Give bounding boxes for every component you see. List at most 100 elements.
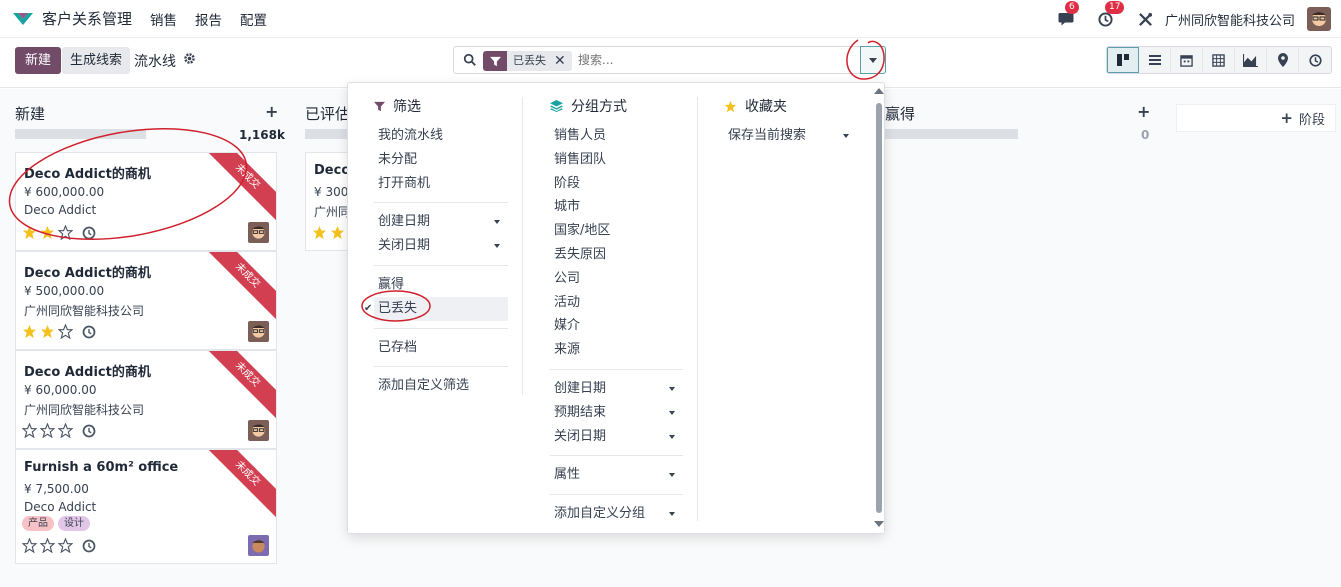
activity-clock-icon[interactable]: [82, 424, 96, 438]
lost-ribbon: 未成交: [201, 351, 276, 421]
add-stage-button[interactable]: + 阶段: [1176, 104, 1336, 132]
column-progress[interactable]: [885, 129, 1018, 139]
column-progress[interactable]: [305, 129, 349, 139]
priority-stars[interactable]: [22, 225, 96, 240]
activity-clock-icon[interactable]: [82, 325, 96, 339]
priority-stars[interactable]: [312, 225, 348, 240]
groupby-properties[interactable]: 属性: [550, 463, 683, 487]
star-empty-icon[interactable]: [58, 324, 73, 339]
star-filled-icon[interactable]: [40, 225, 55, 240]
filter-unassigned[interactable]: 未分配: [374, 148, 508, 172]
star-filled-icon[interactable]: [312, 225, 327, 240]
activity-clock-icon[interactable]: [82, 226, 96, 240]
user-avatar[interactable]: [1307, 7, 1331, 31]
groupby-city[interactable]: 城市: [550, 195, 683, 219]
add-card-icon[interactable]: +: [265, 102, 278, 121]
activity-clock-icon[interactable]: [82, 539, 96, 553]
star-empty-icon[interactable]: [22, 423, 37, 438]
star-empty-icon[interactable]: [40, 423, 55, 438]
groupby-country[interactable]: 国家/地区: [550, 219, 683, 243]
groupby-campaign[interactable]: 活动: [550, 291, 683, 315]
pivot-view-button[interactable]: [1203, 47, 1235, 73]
priority-stars[interactable]: [22, 423, 96, 438]
filter-open-opportunities[interactable]: 打开商机: [374, 172, 508, 196]
salesperson-avatar[interactable]: [248, 420, 269, 441]
star-filled-icon[interactable]: [330, 225, 345, 240]
groupby-sales-team[interactable]: 销售团队: [550, 148, 683, 172]
activity-badge: 17: [1104, 1, 1125, 14]
chat-button[interactable]: 6: [1057, 1, 1079, 28]
user-avatar-icon: [1307, 7, 1331, 31]
column-title[interactable]: 新建: [15, 103, 45, 124]
salesperson-avatar[interactable]: [248, 535, 269, 556]
column-progress[interactable]: [15, 129, 146, 139]
map-view-button[interactable]: [1267, 47, 1299, 73]
gear-icon[interactable]: [183, 52, 196, 65]
star-empty-icon[interactable]: [58, 423, 73, 438]
groupby-creation-date[interactable]: 创建日期: [550, 377, 683, 401]
menu-reports[interactable]: 报告: [195, 9, 222, 29]
generate-leads-button[interactable]: 生成线索: [62, 47, 131, 74]
crm-logo-icon[interactable]: [12, 11, 34, 27]
caret-down-icon: [869, 57, 877, 63]
dropdown-scrollbar[interactable]: [876, 103, 882, 513]
activity-view-button[interactable]: [1299, 47, 1331, 73]
activity-button[interactable]: 17: [1097, 1, 1125, 28]
groupby-company[interactable]: 公司: [550, 267, 683, 291]
search-options-toggle[interactable]: [860, 46, 886, 74]
kanban-card[interactable]: Furnish a 60m² office ¥ 7,500.00 Deco Ad…: [15, 449, 277, 564]
tools-icon: [1139, 12, 1153, 26]
kanban-card[interactable]: Deco Addict的商机 ¥ 60,000.00 广州同欣智能科技公司 未成…: [15, 350, 277, 449]
star-filled-icon[interactable]: [22, 225, 37, 240]
save-current-search-label: 保存当前搜索: [728, 128, 807, 143]
star-filled-icon[interactable]: [40, 324, 55, 339]
groupby-lost-reason[interactable]: 丢失原因: [550, 243, 683, 267]
menu-config[interactable]: 配置: [240, 9, 267, 29]
company-switcher[interactable]: 广州同欣智能科技公司: [1165, 10, 1295, 29]
add-custom-group[interactable]: 添加自定义分组: [550, 502, 683, 526]
star-empty-icon[interactable]: [22, 538, 37, 553]
groupby-closed-date[interactable]: 关闭日期: [550, 425, 683, 449]
filter-archived[interactable]: 已存档: [374, 336, 508, 360]
filter-lost[interactable]: ✔ 已丢失: [364, 296, 508, 321]
save-current-search[interactable]: 保存当前搜索: [724, 124, 857, 148]
list-view-button[interactable]: [1139, 47, 1171, 73]
facet-remove-icon[interactable]: ✕: [554, 51, 566, 71]
add-custom-filter[interactable]: 添加自定义筛选: [374, 374, 508, 398]
new-button[interactable]: 新建: [15, 47, 62, 74]
kanban-view-button[interactable]: [1107, 47, 1139, 73]
caret-down-icon: [669, 473, 675, 478]
filter-my-pipeline[interactable]: 我的流水线: [374, 124, 508, 148]
groupby-salesperson[interactable]: 销售人员: [550, 124, 683, 148]
debug-tools-button[interactable]: [1137, 10, 1155, 28]
calendar-view-button[interactable]: [1171, 47, 1203, 73]
column-title[interactable]: 已评估: [305, 103, 350, 124]
search-input[interactable]: [578, 51, 848, 69]
graph-view-button[interactable]: [1235, 47, 1267, 73]
app-name[interactable]: 客户关系管理: [42, 8, 132, 29]
kanban-card[interactable]: Deco Addict的商机 ¥ 500,000.00 广州同欣智能科技公司 未…: [15, 251, 277, 350]
priority-stars[interactable]: [22, 324, 96, 339]
column-title[interactable]: 赢得: [885, 103, 915, 124]
groupby-expected-closing[interactable]: 预期结束: [550, 401, 683, 425]
salesperson-avatar[interactable]: [248, 222, 269, 243]
star-filled-icon[interactable]: [22, 324, 37, 339]
groupby-stage[interactable]: 阶段: [550, 172, 683, 196]
menu-sales[interactable]: 销售: [150, 9, 177, 29]
lost-ribbon: 未成交: [201, 252, 276, 322]
scroll-down-arrow-icon[interactable]: [874, 521, 884, 527]
scroll-up-arrow-icon[interactable]: [874, 88, 884, 94]
star-empty-icon[interactable]: [40, 538, 55, 553]
filter-creation-date[interactable]: 创建日期: [374, 210, 508, 234]
filter-won[interactable]: 赢得: [374, 273, 508, 297]
priority-stars[interactable]: [22, 538, 96, 553]
star-empty-icon[interactable]: [58, 225, 73, 240]
filter-closed-date[interactable]: 关闭日期: [374, 234, 508, 258]
avatar-icon: [248, 420, 269, 441]
salesperson-avatar[interactable]: [248, 321, 269, 342]
star-empty-icon[interactable]: [58, 538, 73, 553]
kanban-card[interactable]: Deco Addict的商机 ¥ 600,000.00 Deco Addict …: [15, 152, 277, 251]
groupby-source[interactable]: 来源: [550, 338, 683, 362]
groupby-medium[interactable]: 媒介: [550, 314, 683, 338]
add-card-icon[interactable]: +: [1137, 102, 1150, 121]
